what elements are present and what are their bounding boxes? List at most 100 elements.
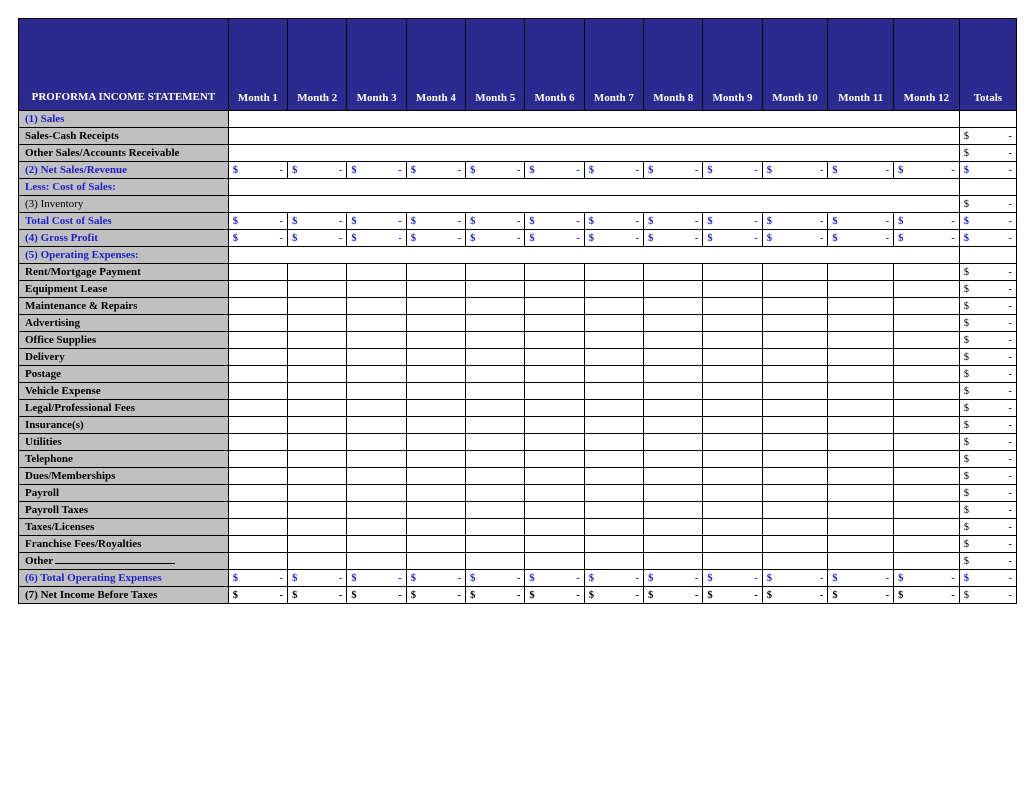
cell-vehicle-m7[interactable] [584,383,643,400]
cell-insurance-m8[interactable] [644,417,703,434]
cell-rent-m7[interactable] [584,264,643,281]
cell-vehicle-m12[interactable] [894,383,960,400]
cell-net_income-m4[interactable]: $- [406,587,465,604]
cell-net_income-total[interactable]: $- [959,587,1016,604]
cell-maint-m7[interactable] [584,298,643,315]
cell-equip_lease-m10[interactable] [762,281,828,298]
cell-maint-m10[interactable] [762,298,828,315]
cell-office-m9[interactable] [703,332,762,349]
cell-gross_profit-m10[interactable]: $- [762,230,828,247]
cell-adv-m4[interactable] [406,315,465,332]
cell-legal-m5[interactable] [466,400,525,417]
cell-postage-m5[interactable] [466,366,525,383]
cell-payroll-m11[interactable] [828,485,894,502]
cell-delivery-m4[interactable] [406,349,465,366]
cell-dues-total[interactable]: $- [959,468,1016,485]
cell-insurance-m7[interactable] [584,417,643,434]
cell-gross_profit-m1[interactable]: $- [228,230,287,247]
cell-franchise-m11[interactable] [828,536,894,553]
cell-postage-m11[interactable] [828,366,894,383]
cell-utilities-m1[interactable] [228,434,287,451]
cell-equip_lease-m5[interactable] [466,281,525,298]
cell-maint-m9[interactable] [703,298,762,315]
cell-legal-m1[interactable] [228,400,287,417]
cell-net_sales-m5[interactable]: $- [466,162,525,179]
cell-payroll_tax-m7[interactable] [584,502,643,519]
cell-total_cost-m6[interactable]: $- [525,213,584,230]
cell-net_sales-m2[interactable]: $- [288,162,347,179]
cell-total_cost-m1[interactable]: $- [228,213,287,230]
cell-utilities-m2[interactable] [288,434,347,451]
cell-other-m4[interactable] [406,553,465,570]
cell-rent-m4[interactable] [406,264,465,281]
cell-telephone-total[interactable]: $- [959,451,1016,468]
cell-postage-m9[interactable] [703,366,762,383]
cell-net_income-m9[interactable]: $- [703,587,762,604]
cell-total_op-m9[interactable]: $- [703,570,762,587]
cell-inventory-total[interactable]: $- [959,196,1016,213]
cell-vehicle-m6[interactable] [525,383,584,400]
cell-franchise-m6[interactable] [525,536,584,553]
cell-office-m5[interactable] [466,332,525,349]
cell-office-m6[interactable] [525,332,584,349]
cell-total_op-m1[interactable]: $- [228,570,287,587]
cell-net_income-m6[interactable]: $- [525,587,584,604]
cell-insurance-m4[interactable] [406,417,465,434]
cell-payroll-m5[interactable] [466,485,525,502]
cell-net_income-m2[interactable]: $- [288,587,347,604]
cell-net_sales-m10[interactable]: $- [762,162,828,179]
cell-equip_lease-m1[interactable] [228,281,287,298]
cell-legal-m10[interactable] [762,400,828,417]
cell-sales_ar-total[interactable]: $- [959,145,1016,162]
cell-insurance-m9[interactable] [703,417,762,434]
cell-office-m4[interactable] [406,332,465,349]
cell-dues-m5[interactable] [466,468,525,485]
cell-telephone-m2[interactable] [288,451,347,468]
cell-net_income-m10[interactable]: $- [762,587,828,604]
cell-delivery-m3[interactable] [347,349,406,366]
cell-taxes_lic-m5[interactable] [466,519,525,536]
cell-office-m1[interactable] [228,332,287,349]
cell-utilities-m5[interactable] [466,434,525,451]
cell-legal-m9[interactable] [703,400,762,417]
cell-insurance-m6[interactable] [525,417,584,434]
cell-adv-m5[interactable] [466,315,525,332]
cell-payroll-m4[interactable] [406,485,465,502]
cell-postage-m12[interactable] [894,366,960,383]
cell-maint-m6[interactable] [525,298,584,315]
cell-payroll-m6[interactable] [525,485,584,502]
cell-rent-m1[interactable] [228,264,287,281]
cell-net_income-m11[interactable]: $- [828,587,894,604]
cell-net_income-m8[interactable]: $- [644,587,703,604]
cell-gross_profit-m8[interactable]: $- [644,230,703,247]
cell-total_cost-m7[interactable]: $- [584,213,643,230]
cell-payroll-total[interactable]: $- [959,485,1016,502]
cell-total_cost-total[interactable]: $- [959,213,1016,230]
cell-gross_profit-m2[interactable]: $- [288,230,347,247]
cell-legal-m2[interactable] [288,400,347,417]
cell-rent-m11[interactable] [828,264,894,281]
cell-legal-m3[interactable] [347,400,406,417]
cell-legal-m4[interactable] [406,400,465,417]
cell-total_op-m10[interactable]: $- [762,570,828,587]
cell-payroll_tax-m4[interactable] [406,502,465,519]
cell-other-m2[interactable] [288,553,347,570]
cell-equip_lease-m8[interactable] [644,281,703,298]
cell-net_sales-m7[interactable]: $- [584,162,643,179]
cell-payroll_tax-m2[interactable] [288,502,347,519]
cell-dues-m7[interactable] [584,468,643,485]
cell-payroll_tax-m12[interactable] [894,502,960,519]
cell-franchise-m2[interactable] [288,536,347,553]
cell-vehicle-total[interactable]: $- [959,383,1016,400]
cell-postage-m2[interactable] [288,366,347,383]
cell-payroll-m12[interactable] [894,485,960,502]
cell-delivery-m1[interactable] [228,349,287,366]
cell-rent-m8[interactable] [644,264,703,281]
cell-net_income-m5[interactable]: $- [466,587,525,604]
cell-maint-m11[interactable] [828,298,894,315]
cell-utilities-m8[interactable] [644,434,703,451]
cell-adv-m1[interactable] [228,315,287,332]
cell-taxes_lic-m2[interactable] [288,519,347,536]
cell-net_sales-m3[interactable]: $- [347,162,406,179]
cell-maint-m5[interactable] [466,298,525,315]
